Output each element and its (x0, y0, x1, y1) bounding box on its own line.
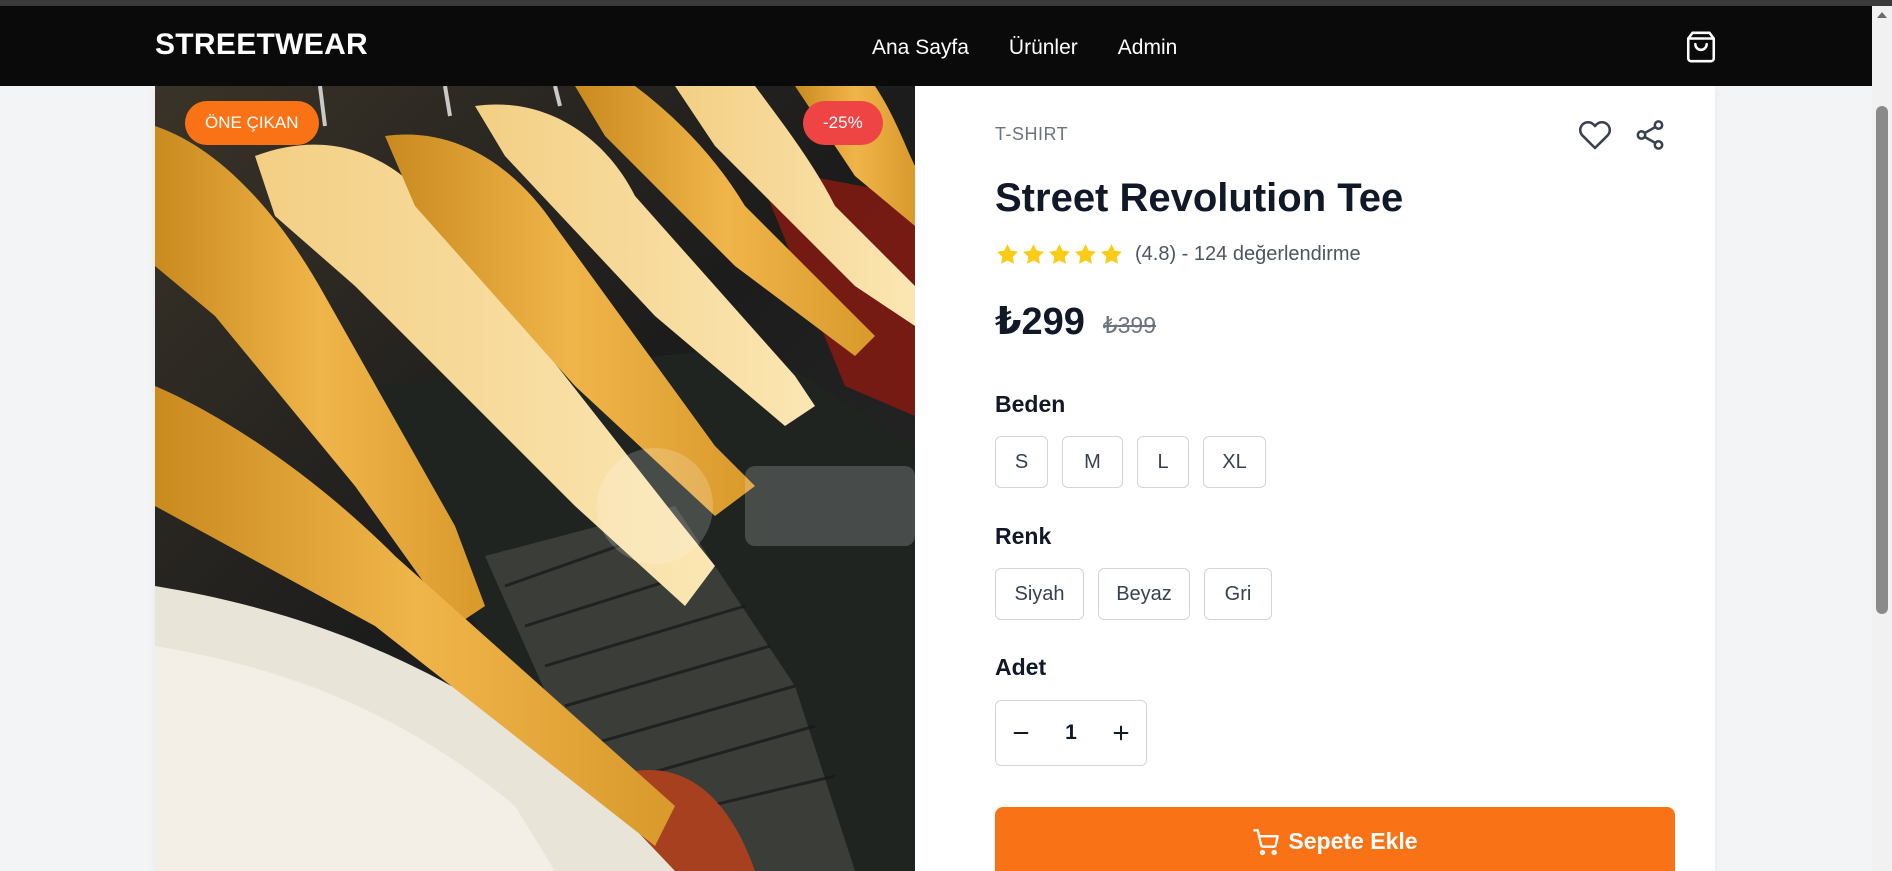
navbar: STREETWEAR Ana Sayfa Ürünler Admin (0, 6, 1872, 86)
old-price: ₺399 (1103, 312, 1157, 338)
rating-stars (995, 242, 1124, 267)
discount-badge: -25% (803, 101, 883, 145)
product-info: T-SHIRT Street Revolution Tee (4.8) - 12… (995, 86, 1675, 871)
rating-text: (4.8) - 124 değerlendirme (1135, 243, 1361, 265)
scroll-up-arrow[interactable] (1877, 12, 1887, 18)
color-option-siyah[interactable]: Siyah (995, 568, 1084, 620)
quantity-value[interactable]: 1 (1065, 721, 1077, 745)
nav-link-admin[interactable]: Admin (1118, 36, 1178, 60)
add-to-cart-label: Sepete Ekle (1288, 828, 1418, 854)
star-icon (1049, 244, 1070, 264)
product-card: ÖNE ÇIKAN -25% T-SHIRT Street Revolution… (155, 86, 1715, 871)
nav-link-home[interactable]: Ana Sayfa (872, 36, 969, 60)
quantity-label: Adet (995, 654, 1047, 680)
size-option-m[interactable]: M (1062, 436, 1123, 488)
scrollbar-thumb[interactable] (1876, 106, 1888, 614)
quantity-stepper: 1 (995, 700, 1147, 766)
star-icon (1101, 244, 1122, 264)
nav-links: Ana Sayfa Ürünler Admin (872, 36, 1177, 60)
size-option-xl[interactable]: XL (1203, 436, 1266, 488)
product-rating: (4.8) - 124 değerlendirme (995, 242, 1361, 267)
size-option-l[interactable]: L (1137, 436, 1189, 488)
plus-icon[interactable] (1096, 701, 1146, 765)
product-title: Street Revolution Tee (995, 176, 1404, 220)
product-category: T-SHIRT (995, 124, 1069, 144)
star-icon (997, 244, 1018, 264)
shopping-bag-icon[interactable] (1684, 30, 1718, 64)
nav-link-products[interactable]: Ürünler (1009, 36, 1078, 60)
color-options: Siyah Beyaz Gri (995, 568, 1272, 620)
page-scrollbar[interactable] (1872, 6, 1892, 871)
add-to-cart-button[interactable]: Sepete Ekle (995, 807, 1675, 871)
featured-badge: ÖNE ÇIKAN (185, 101, 319, 145)
size-label: Beden (995, 391, 1066, 417)
color-label: Renk (995, 523, 1052, 549)
color-option-gri[interactable]: Gri (1204, 568, 1272, 620)
product-image: ÖNE ÇIKAN -25% (155, 86, 915, 871)
size-option-s[interactable]: S (995, 436, 1048, 488)
heart-icon[interactable] (1578, 118, 1612, 152)
shopping-cart-icon (1253, 829, 1280, 856)
share-icon[interactable] (1633, 118, 1667, 152)
current-price: ₺299 (995, 301, 1085, 343)
star-icon (1023, 244, 1044, 264)
clothes-on-hangers-photo (155, 86, 915, 871)
size-options: S M L XL (995, 436, 1266, 488)
color-option-beyaz[interactable]: Beyaz (1098, 568, 1190, 620)
star-icon (1075, 244, 1096, 264)
brand-logo[interactable]: STREETWEAR (155, 28, 368, 62)
minus-icon[interactable] (996, 701, 1046, 765)
